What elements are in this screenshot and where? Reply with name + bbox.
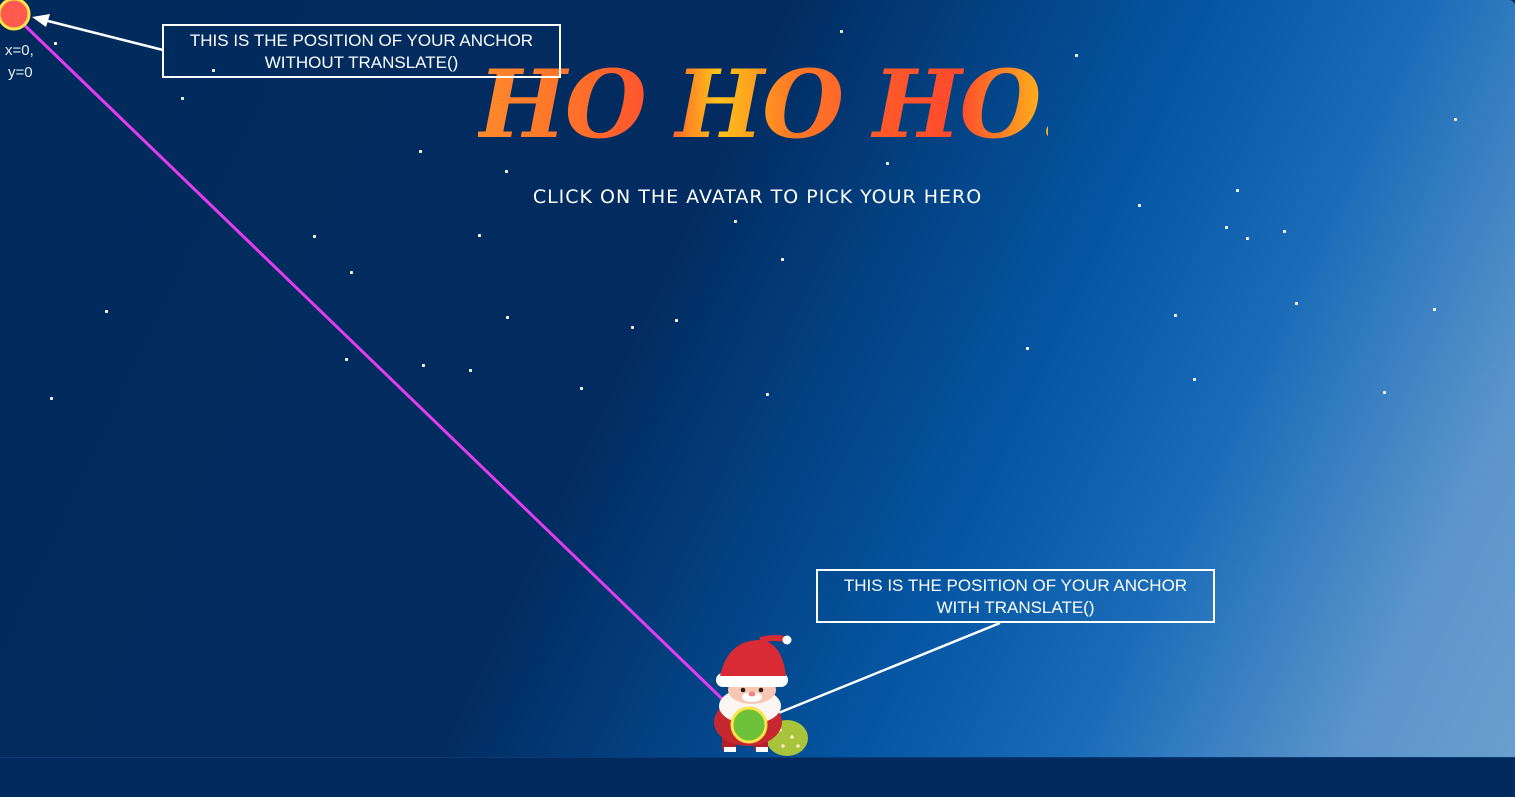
callout-arrow-line [43,18,164,52]
callout-pointer-line [775,621,1001,716]
arrow-head-icon [32,14,50,27]
annotation-overlay [0,0,1001,756]
anchor-connector-line [13,14,746,722]
ground-strip [0,757,1515,797]
game-scene: HO HO HO! CLICK ON THE AVATAR TO PICK YO… [0,0,1515,797]
anchor-translated-marker [730,706,768,744]
anchor-origin-marker [0,0,31,31]
